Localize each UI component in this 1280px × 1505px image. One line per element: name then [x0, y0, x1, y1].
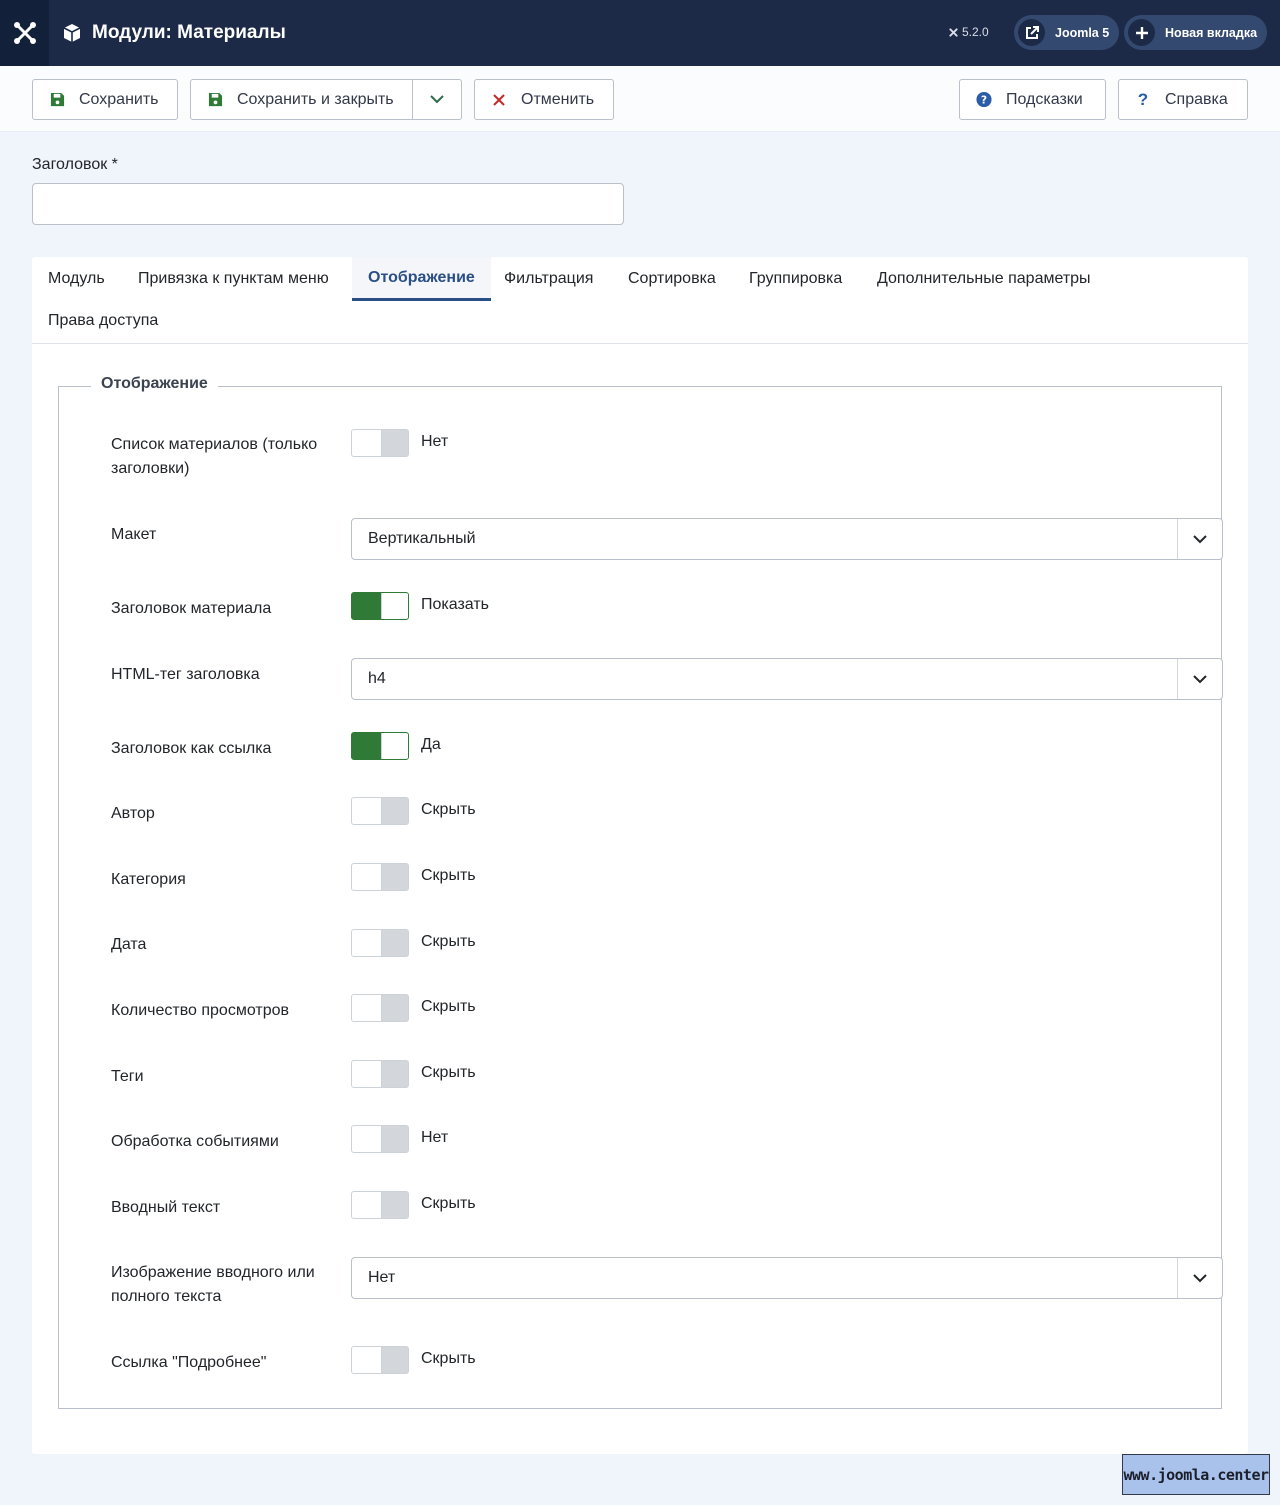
tab-ordering[interactable]: Сортировка: [612, 257, 732, 301]
new-tab-button[interactable]: Новая вкладка: [1124, 15, 1268, 50]
site-link-button[interactable]: Joomla 5: [1014, 15, 1120, 50]
tags-label: Теги: [111, 1068, 144, 1085]
readmore-label: Ссылка "Подробнее": [111, 1354, 267, 1371]
readmore-switch[interactable]: [351, 1346, 409, 1374]
title-input[interactable]: [32, 183, 624, 225]
category-label: Категория: [111, 871, 186, 888]
new-tab-label: Новая вкладка: [1165, 25, 1258, 40]
layout-select-value: Вертикальный: [368, 530, 476, 547]
content-events-value: Нет: [421, 1129, 449, 1146]
tab-filtering[interactable]: Фильтрация: [488, 257, 609, 301]
list-titles-only-label: Список материалов (только заголовки): [111, 436, 318, 477]
question-circle-icon: ?: [976, 91, 992, 108]
floppy-icon: [49, 92, 65, 108]
version-text: 5.2.0: [962, 25, 989, 39]
tags-value: Скрыть: [421, 1064, 476, 1081]
tips-button[interactable]: ? Подсказки: [959, 79, 1106, 120]
tab-menu-assignment[interactable]: Привязка к пунктам меню: [122, 257, 345, 301]
joomla-logo[interactable]: [0, 0, 49, 66]
title-link-label: Заголовок как ссылка: [111, 740, 272, 757]
svg-text:?: ?: [981, 94, 987, 107]
chevron-down-icon: [1177, 519, 1222, 559]
joomla-small-icon: [949, 27, 958, 37]
author-value: Скрыть: [421, 801, 476, 818]
save-options-dropdown[interactable]: [413, 79, 461, 120]
image-select-value: Нет: [368, 1269, 396, 1286]
heading-tag-label: HTML-тег заголовка: [111, 666, 260, 683]
plus-icon: [1128, 19, 1155, 46]
image-label: Изображение вводного или полного текста: [111, 1264, 315, 1305]
save-button[interactable]: Сохранить: [32, 79, 178, 120]
watermark: www.joomla.center: [1122, 1454, 1270, 1495]
page-title-text: Модули: Материалы: [92, 22, 286, 43]
question-icon: ?: [1137, 89, 1149, 109]
layout-label: Макет: [111, 526, 157, 543]
intro-text-switch[interactable]: [351, 1191, 409, 1219]
cube-icon: [63, 24, 81, 42]
date-label: Дата: [111, 936, 147, 953]
display-fieldset: Отображение Список материалов (только за…: [58, 375, 1223, 1409]
version-badge: 5.2.0: [948, 25, 989, 39]
layout-select[interactable]: Вертикальный: [351, 518, 1223, 560]
hits-switch[interactable]: [351, 994, 409, 1022]
save-label: Сохранить: [79, 90, 159, 108]
author-switch[interactable]: [351, 797, 409, 825]
tags-switch[interactable]: [351, 1060, 409, 1088]
content-events-label: Обработка событиями: [111, 1133, 279, 1150]
tab-display[interactable]: Отображение: [352, 257, 491, 301]
joomla-icon: [13, 22, 36, 44]
date-switch[interactable]: [351, 929, 409, 957]
title-label: Заголовок *: [32, 156, 118, 173]
title-link-value: Да: [421, 736, 441, 753]
heading-tag-select-value: h4: [368, 670, 386, 687]
chevron-down-icon: [1177, 1258, 1222, 1298]
chevron-down-icon: [430, 95, 444, 104]
cancel-label: Отменить: [521, 90, 595, 108]
intro-text-value: Скрыть: [421, 1195, 476, 1212]
cancel-button[interactable]: Отменить: [474, 79, 614, 120]
tab-advanced[interactable]: Дополнительные параметры: [861, 257, 1107, 301]
floppy-icon: [207, 92, 223, 108]
content-events-switch[interactable]: [351, 1125, 409, 1153]
tab-permissions[interactable]: Права доступа: [32, 299, 174, 343]
help-label: Справка: [1165, 90, 1228, 108]
heading-tag-select[interactable]: h4: [351, 658, 1223, 700]
date-value: Скрыть: [421, 933, 476, 950]
page-title: Модули: Материалы: [62, 0, 286, 66]
list-titles-only-value: Нет: [421, 433, 449, 450]
close-icon: [491, 92, 507, 108]
fieldset-legend: Отображение: [91, 375, 218, 393]
image-select[interactable]: Нет: [351, 1257, 1223, 1299]
intro-text-label: Вводный текст: [111, 1199, 221, 1216]
author-label: Автор: [111, 805, 155, 822]
admin-header: Модули: Материалы 5.2.0 Joomla 5 Новая в…: [0, 0, 1280, 66]
help-button[interactable]: ? Справка: [1118, 79, 1248, 120]
category-switch[interactable]: [351, 863, 409, 891]
title-link-switch[interactable]: [351, 732, 409, 760]
chevron-down-icon: [1177, 659, 1222, 699]
save-close-button[interactable]: Сохранить и закрыть: [237, 91, 394, 109]
item-title-label: Заголовок материала: [111, 600, 272, 617]
category-value: Скрыть: [421, 867, 476, 884]
item-title-value: Показать: [421, 596, 490, 613]
module-options-panel: Модуль Привязка к пунктам меню Отображен…: [32, 257, 1248, 1454]
list-titles-only-switch[interactable]: [351, 429, 409, 457]
hits-label: Количество просмотров: [111, 1002, 289, 1019]
tips-label: Подсказки: [1006, 90, 1083, 108]
tab-list: Модуль Привязка к пунктам меню Отображен…: [32, 257, 1248, 344]
item-title-switch[interactable]: [351, 592, 409, 620]
site-link-label: Joomla 5: [1055, 25, 1110, 40]
toolbar: Сохранить Сохранить и закрыть Отменить ?…: [0, 66, 1280, 132]
tab-module[interactable]: Модуль: [32, 257, 121, 301]
tab-grouping[interactable]: Группировка: [733, 257, 858, 301]
hits-value: Скрыть: [421, 998, 476, 1015]
external-link-icon: [1018, 19, 1045, 46]
readmore-value: Скрыть: [421, 1350, 476, 1367]
